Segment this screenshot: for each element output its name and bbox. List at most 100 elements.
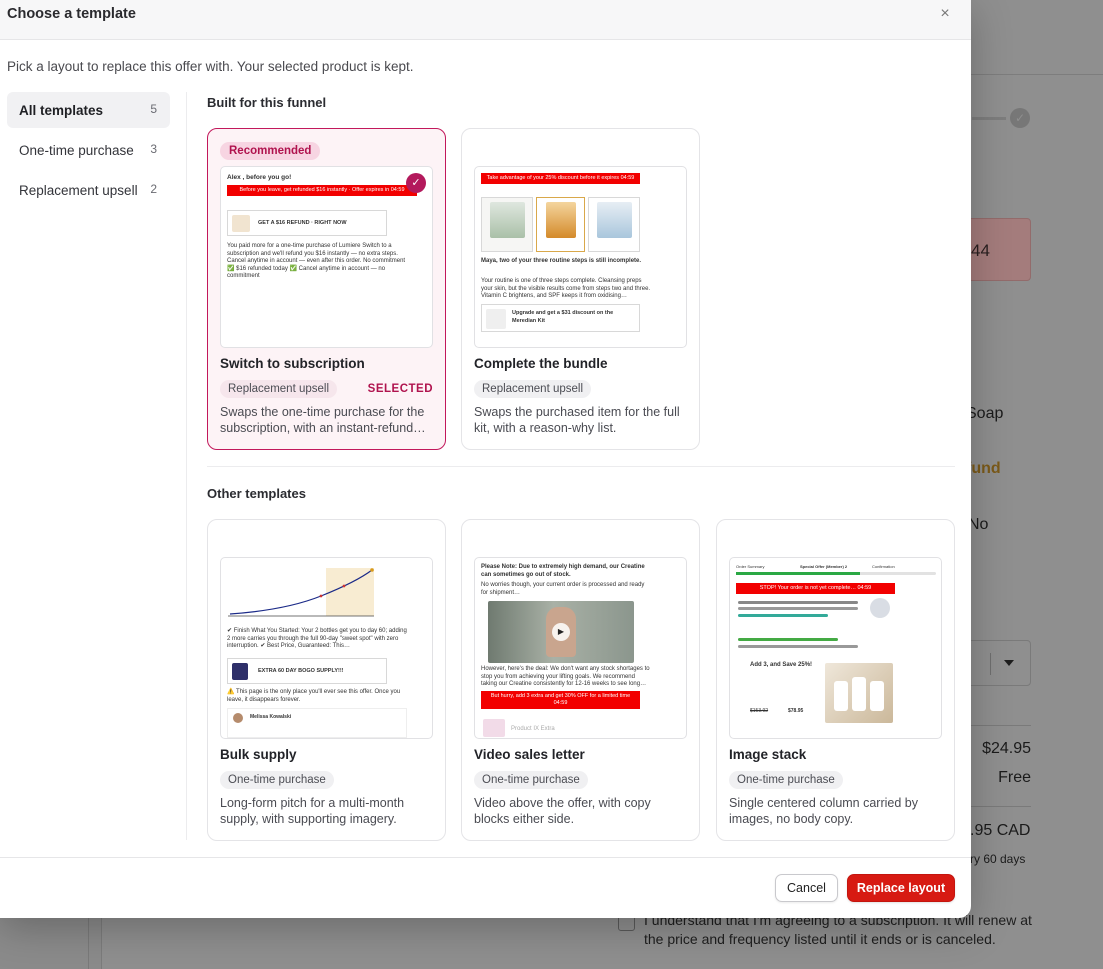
template-card-complete-the-bundle[interactable]: Take advantage of your 25% discount befo… — [461, 128, 700, 450]
template-card-image-stack[interactable]: Order Summary Special Offer (Member) 2 C… — [716, 519, 955, 841]
section-divider — [207, 466, 955, 467]
preview-headline: Maya, two of your three routine steps is… — [481, 258, 642, 264]
selected-label: SELECTED — [367, 383, 433, 395]
modal-footer-divider — [0, 857, 971, 858]
recommended-badge: Recommended — [220, 142, 321, 160]
card-title: Bulk supply — [220, 747, 297, 762]
template-preview: Alex , before you go! Before you leave, … — [220, 166, 433, 348]
card-description: Swaps the one-time purchase for the subs… — [220, 405, 426, 435]
preview-text-line — [738, 601, 858, 604]
template-card-bulk-supply[interactable]: ✔ Finish What You Started: Your 2 bottle… — [207, 519, 446, 841]
template-card-switch-to-subscription[interactable]: Recommended Alex , before you go! Before… — [207, 128, 446, 450]
preview-text-line — [738, 607, 858, 610]
close-button[interactable]: × — [933, 3, 957, 25]
preview-product-image — [486, 309, 506, 329]
preview-headline: Please Note: Due to extremely high deman… — [481, 564, 645, 578]
preview-body-text: Your routine is one of three steps compl… — [481, 278, 651, 299]
selected-check-icon: ✓ — [406, 173, 426, 193]
preview-product-image — [597, 202, 632, 238]
card-title: Image stack — [729, 747, 807, 762]
card-description: Swaps the purchased item for the full ki… — [474, 405, 680, 435]
chevron-down-icon — [1004, 660, 1014, 666]
preview-reviewer: Melissa Kowalski — [250, 714, 292, 720]
preview-review: Melissa Kowalski — [227, 708, 407, 738]
sidebar-item-one-time-purchase[interactable]: One-time purchase 3 — [7, 132, 170, 168]
sidebar-item-replacement-upsell[interactable]: Replacement upsell 2 — [7, 172, 170, 208]
cancel-button[interactable]: Cancel — [775, 874, 838, 902]
preview-offer-text: Upgrade and get a $31 discount on the Me… — [512, 310, 614, 324]
preview-urgency-banner: But hurry, add 3 extra and get 30% OFF f… — [481, 691, 640, 709]
template-card-video-sales-letter[interactable]: Please Note: Due to extremely high deman… — [461, 519, 700, 841]
preview-bottle — [852, 677, 866, 711]
background-frequency: ry 60 days — [970, 852, 1026, 866]
preview-progress-fill — [736, 572, 860, 575]
template-preview: Please Note: Due to extremely high deman… — [474, 557, 687, 739]
avatar — [870, 598, 890, 618]
preview-product-image — [546, 202, 576, 238]
card-category-tag: One-time purchase — [220, 771, 334, 789]
sidebar-item-count: 3 — [150, 142, 157, 156]
sidebar-divider — [186, 92, 187, 840]
preview-offer-text: Add 3, and Save 25%! — [750, 662, 813, 668]
preview-step: Order Summary — [736, 564, 765, 569]
preview-product-image — [232, 663, 248, 680]
preview-body-text: However, here's the deal: We don't want … — [481, 666, 650, 687]
background-price: $24.95 — [982, 740, 1031, 757]
preview-urgency-banner: STOP! Your order is not yet complete… 04… — [736, 583, 895, 594]
preview-progress-track — [736, 572, 936, 575]
preview-greeting: Alex , before you go! — [227, 174, 292, 181]
preview-product-card — [481, 197, 533, 252]
preview-warning-text: ⚠️ This page is the only place you'll ev… — [227, 689, 401, 703]
preview-offer-box: GET A $16 REFUND · RIGHT NOW — [227, 210, 387, 236]
preview-offer-box: Upgrade and get a $31 discount on the Me… — [481, 304, 640, 332]
preview-offer-box: EXTRA 60 DAY BOGO SUPPLY!!! — [227, 658, 387, 684]
play-icon: ▶ — [552, 623, 570, 641]
template-modal: Choose a template × Pick a layout to rep… — [0, 0, 971, 918]
preview-step: Confirmation — [872, 564, 895, 569]
background-select-divider — [990, 653, 991, 675]
sidebar-item-count: 2 — [150, 182, 157, 196]
sidebar-item-all-templates[interactable]: All templates 5 — [7, 92, 170, 128]
modal-title: Choose a template — [7, 6, 136, 22]
preview-product-card — [536, 197, 585, 252]
sidebar-item-label: One-time purchase — [19, 142, 134, 158]
background-refund-text: fund — [966, 460, 1001, 477]
preview-offer-text: GET A $16 REFUND · RIGHT NOW — [258, 220, 347, 226]
preview-body-text: You paid more for a one-time purchase of… — [227, 243, 406, 279]
preview-new-price: $78.95 — [788, 708, 804, 714]
template-preview: Order Summary Special Offer (Member) 2 C… — [729, 557, 942, 739]
preview-urgency-banner: Take advantage of your 25% discount befo… — [481, 173, 640, 184]
close-icon: × — [940, 5, 950, 22]
preview-text-line — [738, 638, 838, 641]
preview-product-image — [483, 719, 505, 737]
card-category-tag: Replacement upsell — [220, 380, 338, 398]
preview-text-line — [738, 614, 828, 617]
background-divider — [970, 806, 1031, 807]
modal-subtitle: Pick a layout to replace this offer with… — [7, 59, 414, 74]
sidebar-item-label: Replacement upsell — [19, 182, 138, 198]
preview-urgency-banner: Before you leave, get refunded $16 insta… — [227, 185, 417, 196]
preview-video: ▶ — [488, 601, 634, 663]
background-check-icon: ✓ — [1010, 108, 1030, 128]
card-category-tag: Replacement upsell — [474, 380, 592, 398]
preview-product-image — [825, 663, 893, 723]
sidebar-item-label: All templates — [19, 102, 104, 118]
preview-product-image — [232, 215, 250, 232]
template-filter-sidebar: All templates 5 One-time purchase 3 Repl… — [7, 92, 170, 212]
background-line-item: No — [968, 516, 989, 533]
card-description: Single centered column carried by images… — [729, 796, 918, 826]
modal-header: Choose a template × — [0, 0, 971, 40]
preview-subtext: No worries though, your current order is… — [481, 582, 645, 596]
avatar — [233, 713, 243, 723]
preview-old-price: $153.92 — [750, 708, 769, 714]
background-progress — [972, 117, 1006, 120]
section-title-other: Other templates — [207, 486, 306, 501]
section-title-built: Built for this funnel — [207, 95, 327, 110]
background-divider — [970, 725, 1031, 726]
card-category-tag: One-time purchase — [729, 771, 843, 789]
card-title: Complete the bundle — [474, 356, 608, 371]
preview-product-image — [490, 202, 525, 238]
replace-layout-button[interactable]: Replace layout — [847, 874, 955, 902]
background-divider — [88, 918, 89, 969]
card-category-tag: One-time purchase — [474, 771, 588, 789]
